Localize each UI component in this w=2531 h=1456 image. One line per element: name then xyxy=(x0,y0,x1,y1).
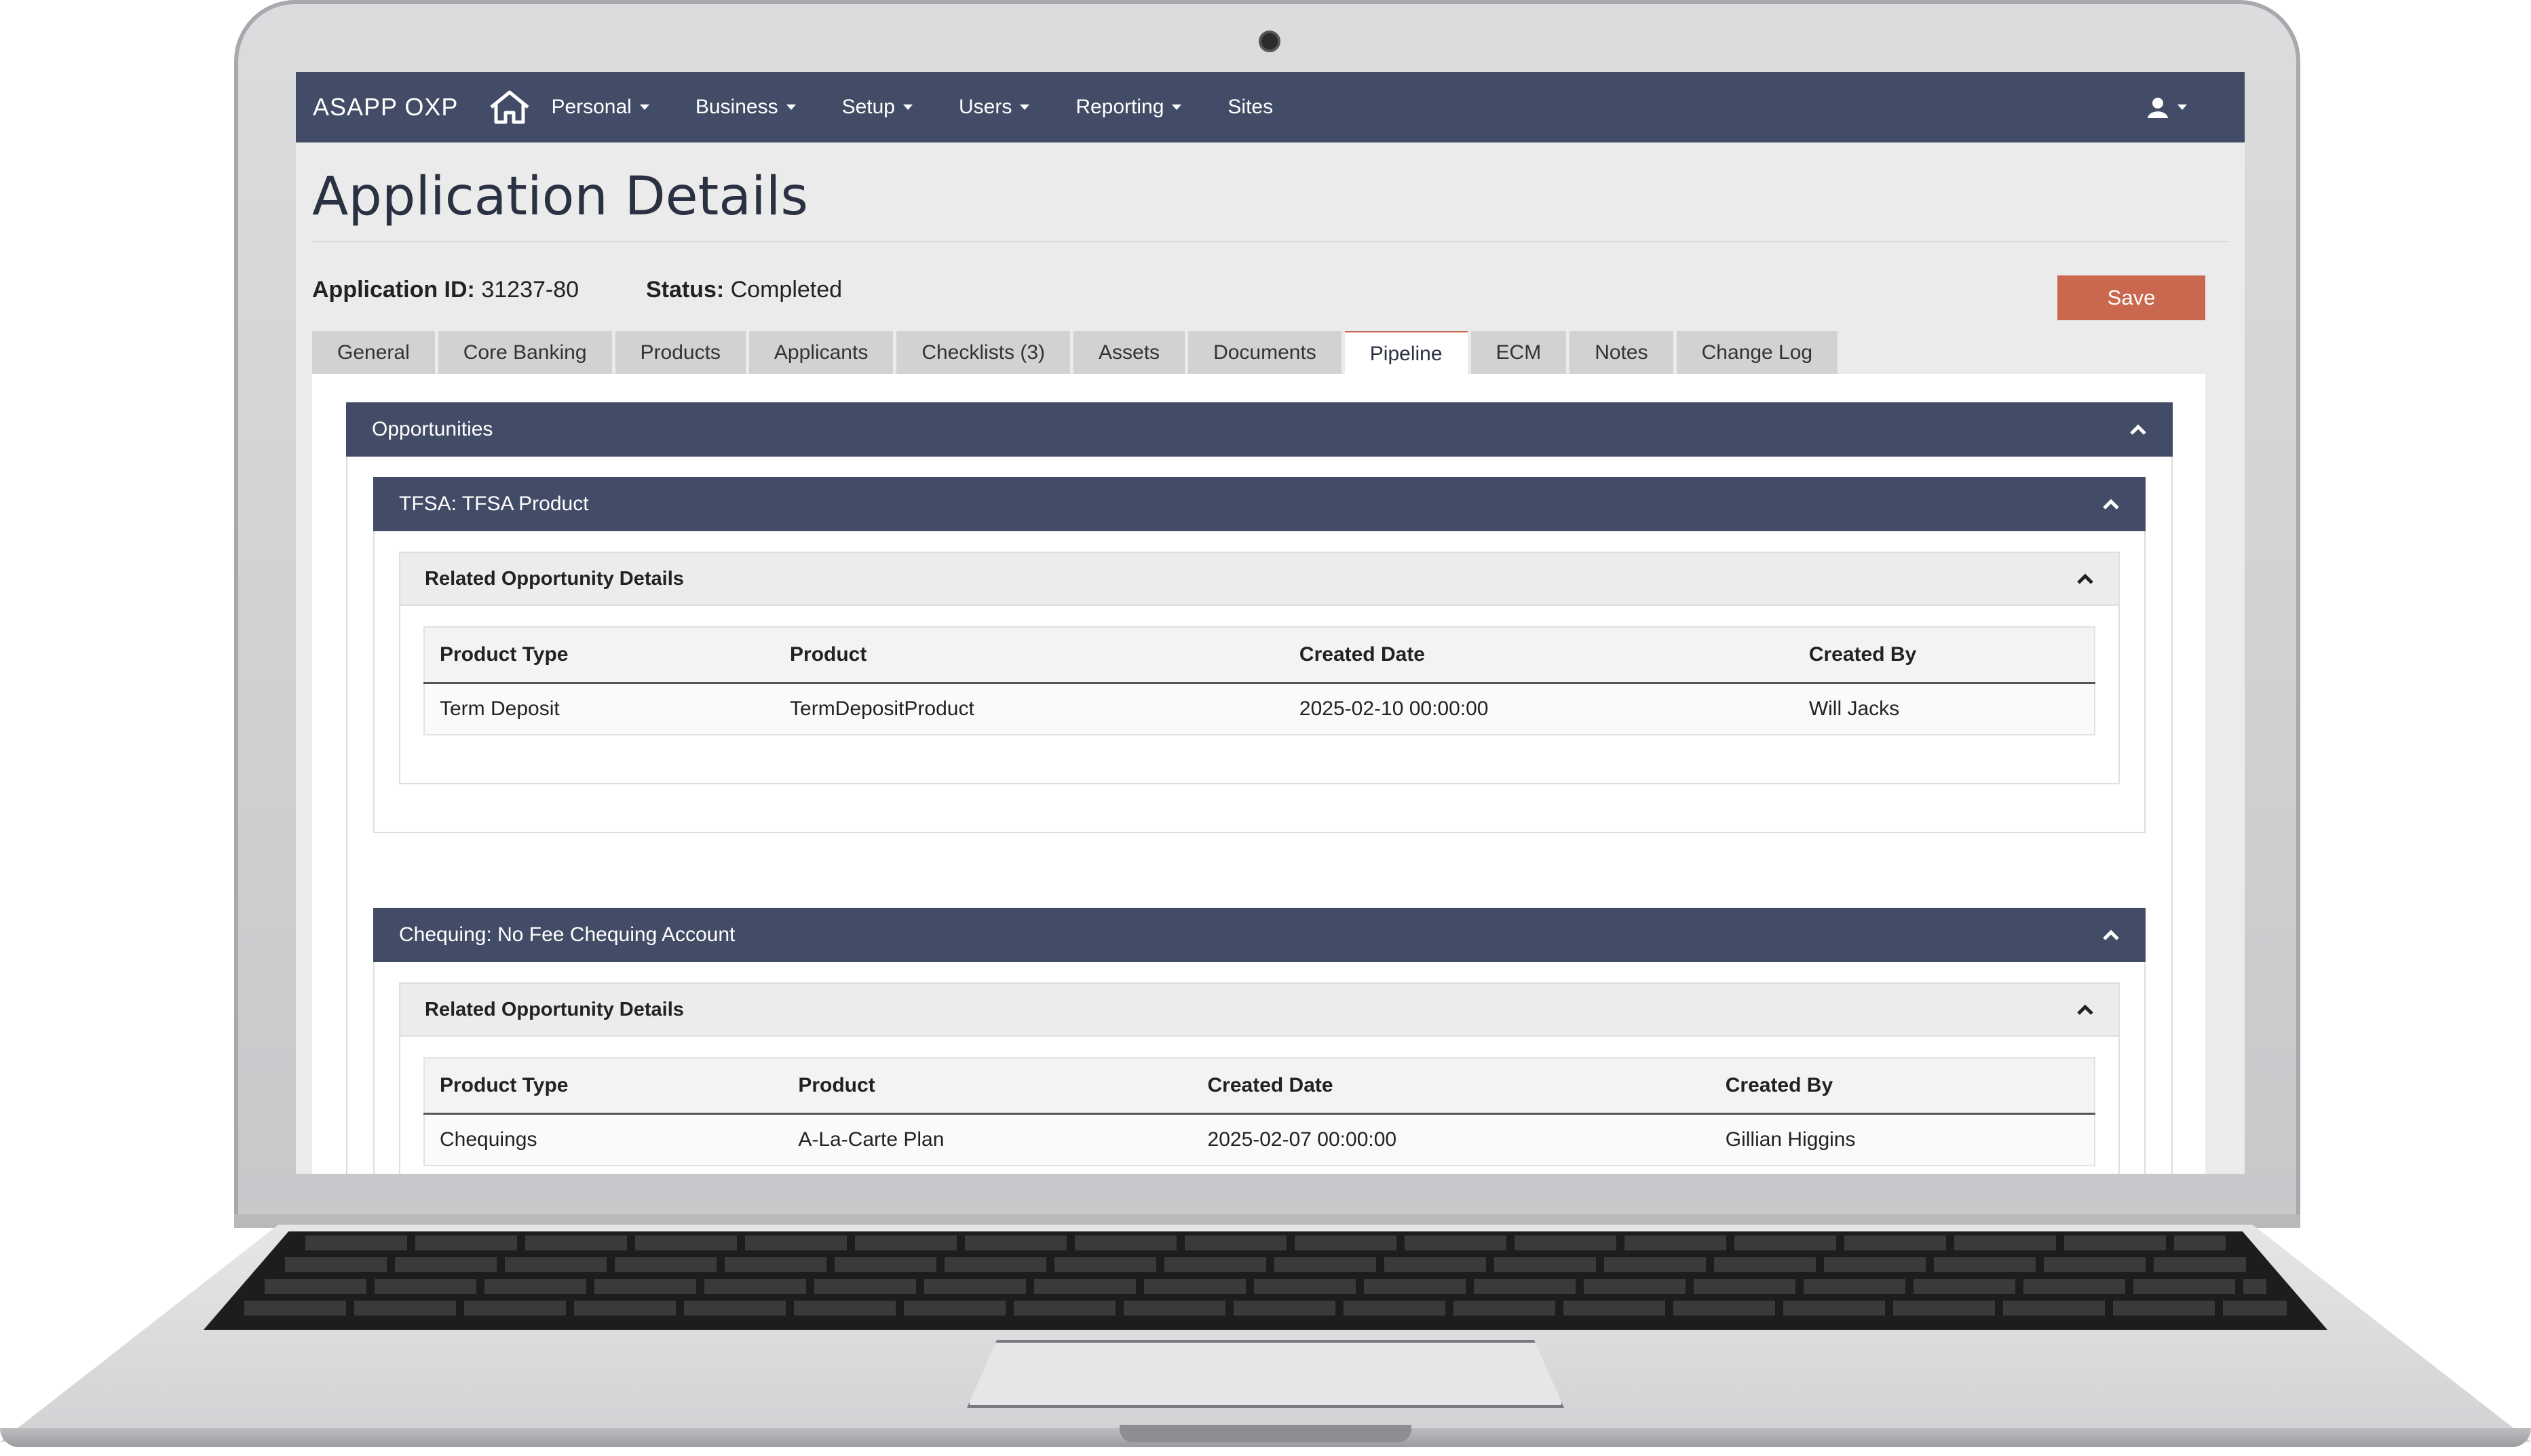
chevron-up-icon[interactable] xyxy=(2076,573,2094,585)
tab-general[interactable]: General xyxy=(312,331,435,374)
column-header: Created Date xyxy=(1192,1058,1711,1115)
opportunity-table: Product Type Product Created Date Create… xyxy=(423,1057,2095,1166)
webcam xyxy=(1259,31,1280,52)
column-header: Created Date xyxy=(1284,627,1794,684)
caret-down-icon xyxy=(1172,104,1182,110)
table-row[interactable]: Chequings A-La-Carte Plan 2025-02-07 00:… xyxy=(424,1113,2095,1166)
chevron-up-icon[interactable] xyxy=(2129,423,2147,436)
related-details-body: Product Type Product Created Date Create… xyxy=(399,606,2120,784)
trackpad xyxy=(967,1340,1564,1408)
top-navbar: ASAPP OXP Personal Business Setup Users … xyxy=(296,72,2245,142)
opportunity-group: Chequing: No Fee Chequing Account Relate… xyxy=(373,908,2146,1174)
laptop-notch xyxy=(1120,1425,1411,1442)
table-cell: A-La-Carte Plan xyxy=(783,1113,1193,1166)
chevron-up-icon[interactable] xyxy=(2076,1003,2094,1016)
keyboard-row xyxy=(244,1301,2287,1316)
column-header: Product Type xyxy=(424,1058,784,1115)
nav-users[interactable]: Users xyxy=(958,96,1030,119)
tab-pipeline[interactable]: Pipeline xyxy=(1344,331,1468,374)
nav-label: Users xyxy=(958,96,1012,118)
app-id-label: Application ID: xyxy=(312,277,475,303)
opportunity-group-header[interactable]: Chequing: No Fee Chequing Account xyxy=(373,908,2146,962)
nav-sites[interactable]: Sites xyxy=(1228,96,1273,119)
tab-notes[interactable]: Notes xyxy=(1569,331,1673,374)
nav-label: Business xyxy=(695,96,778,118)
divider xyxy=(312,241,2228,242)
keyboard-row xyxy=(265,1279,2266,1294)
table-header-row: Product Type Product Created Date Create… xyxy=(424,1058,2095,1115)
keyboard-row xyxy=(285,1257,2246,1272)
table-cell: Chequings xyxy=(424,1113,784,1166)
user-icon xyxy=(2148,98,2168,118)
user-menu[interactable] xyxy=(2146,96,2187,119)
nav-label: Sites xyxy=(1228,96,1274,118)
table-cell: Term Deposit xyxy=(424,683,776,735)
screen: ASAPP OXP Personal Business Setup Users … xyxy=(296,72,2245,1174)
opportunities-body: TFSA: TFSA Product Related Opportunity D… xyxy=(346,457,2173,1174)
tab-core-banking[interactable]: Core Banking xyxy=(438,331,612,374)
column-header: Product xyxy=(783,1058,1193,1115)
table-cell: Gillian Higgins xyxy=(1710,1113,2095,1166)
nav-label: Personal xyxy=(551,96,632,118)
panel-title: Related Opportunity Details xyxy=(425,567,684,590)
panel-title: Related Opportunity Details xyxy=(425,998,684,1020)
tab-applicants[interactable]: Applicants xyxy=(748,331,894,374)
opportunity-table: Product Type Product Created Date Create… xyxy=(423,626,2095,735)
opportunity-group-body: Related Opportunity Details Product Type… xyxy=(373,531,2146,833)
related-details-body: Product Type Product Created Date Create… xyxy=(399,1037,2120,1174)
related-details-header[interactable]: Related Opportunity Details xyxy=(399,552,2120,606)
chevron-up-icon[interactable] xyxy=(2102,498,2120,510)
column-header: Product Type xyxy=(424,627,776,684)
tab-content-pipeline: Opportunities TFSA: TFSA Product Related… xyxy=(312,374,2205,1174)
status-value: Completed xyxy=(730,277,843,303)
panel-title: Chequing: No Fee Chequing Account xyxy=(399,923,736,946)
table-cell: 2025-02-07 00:00:00 xyxy=(1192,1113,1711,1166)
nav-label: Reporting xyxy=(1076,96,1164,118)
nav-personal[interactable]: Personal xyxy=(551,96,649,119)
opportunity-group-body: Related Opportunity Details Product Type… xyxy=(373,962,2146,1174)
brand-logo[interactable]: ASAPP OXP xyxy=(313,93,458,121)
opportunities-header[interactable]: Opportunities xyxy=(346,402,2173,457)
table-cell: 2025-02-10 00:00:00 xyxy=(1284,683,1794,735)
app-id-value: 31237-80 xyxy=(481,277,579,303)
panel-title: Opportunities xyxy=(372,418,493,440)
table-row[interactable]: Term Deposit TermDepositProduct 2025-02-… xyxy=(424,683,2095,735)
caret-down-icon xyxy=(639,104,649,110)
column-header: Created By xyxy=(1710,1058,2095,1115)
table-cell: TermDepositProduct xyxy=(775,683,1284,735)
caret-down-icon xyxy=(902,104,913,110)
home-icon[interactable] xyxy=(489,90,531,125)
nav-business[interactable]: Business xyxy=(696,96,796,119)
tab-assets[interactable]: Assets xyxy=(1073,331,1185,374)
tab-checklists[interactable]: Checklists (3) xyxy=(896,331,1071,374)
tab-ecm[interactable]: ECM xyxy=(1470,331,1567,374)
tab-change-log[interactable]: Change Log xyxy=(1676,331,1838,374)
panel-title: TFSA: TFSA Product xyxy=(399,493,589,515)
keyboard-row xyxy=(305,1235,2226,1250)
status-label: Status: xyxy=(645,277,725,303)
related-details-header[interactable]: Related Opportunity Details xyxy=(399,982,2120,1037)
caret-down-icon xyxy=(2177,104,2187,110)
opportunity-group: TFSA: TFSA Product Related Opportunity D… xyxy=(373,477,2146,833)
table-header-row: Product Type Product Created Date Create… xyxy=(424,627,2095,684)
tab-bar: General Core Banking Products Applicants… xyxy=(312,331,1841,374)
opportunities-panel: Opportunities TFSA: TFSA Product Related… xyxy=(346,402,2173,1174)
tab-products[interactable]: Products xyxy=(615,331,746,374)
keyboard xyxy=(204,1231,2327,1330)
column-header: Created By xyxy=(1793,627,2095,684)
tab-documents[interactable]: Documents xyxy=(1188,331,1341,374)
chevron-up-icon[interactable] xyxy=(2102,929,2120,941)
caret-down-icon xyxy=(1020,104,1030,110)
column-header: Product xyxy=(775,627,1284,684)
nav-reporting[interactable]: Reporting xyxy=(1076,96,1182,119)
save-button[interactable]: Save xyxy=(2057,275,2205,320)
caret-down-icon xyxy=(786,104,796,110)
nav-setup[interactable]: Setup xyxy=(842,96,913,119)
table-cell: Will Jacks xyxy=(1793,683,2095,735)
opportunity-group-header[interactable]: TFSA: TFSA Product xyxy=(373,477,2146,531)
nav-label: Setup xyxy=(841,96,895,118)
page-title: Application Details xyxy=(312,166,809,227)
application-meta: Application ID: 31237-80 Status: Complet… xyxy=(312,277,842,303)
